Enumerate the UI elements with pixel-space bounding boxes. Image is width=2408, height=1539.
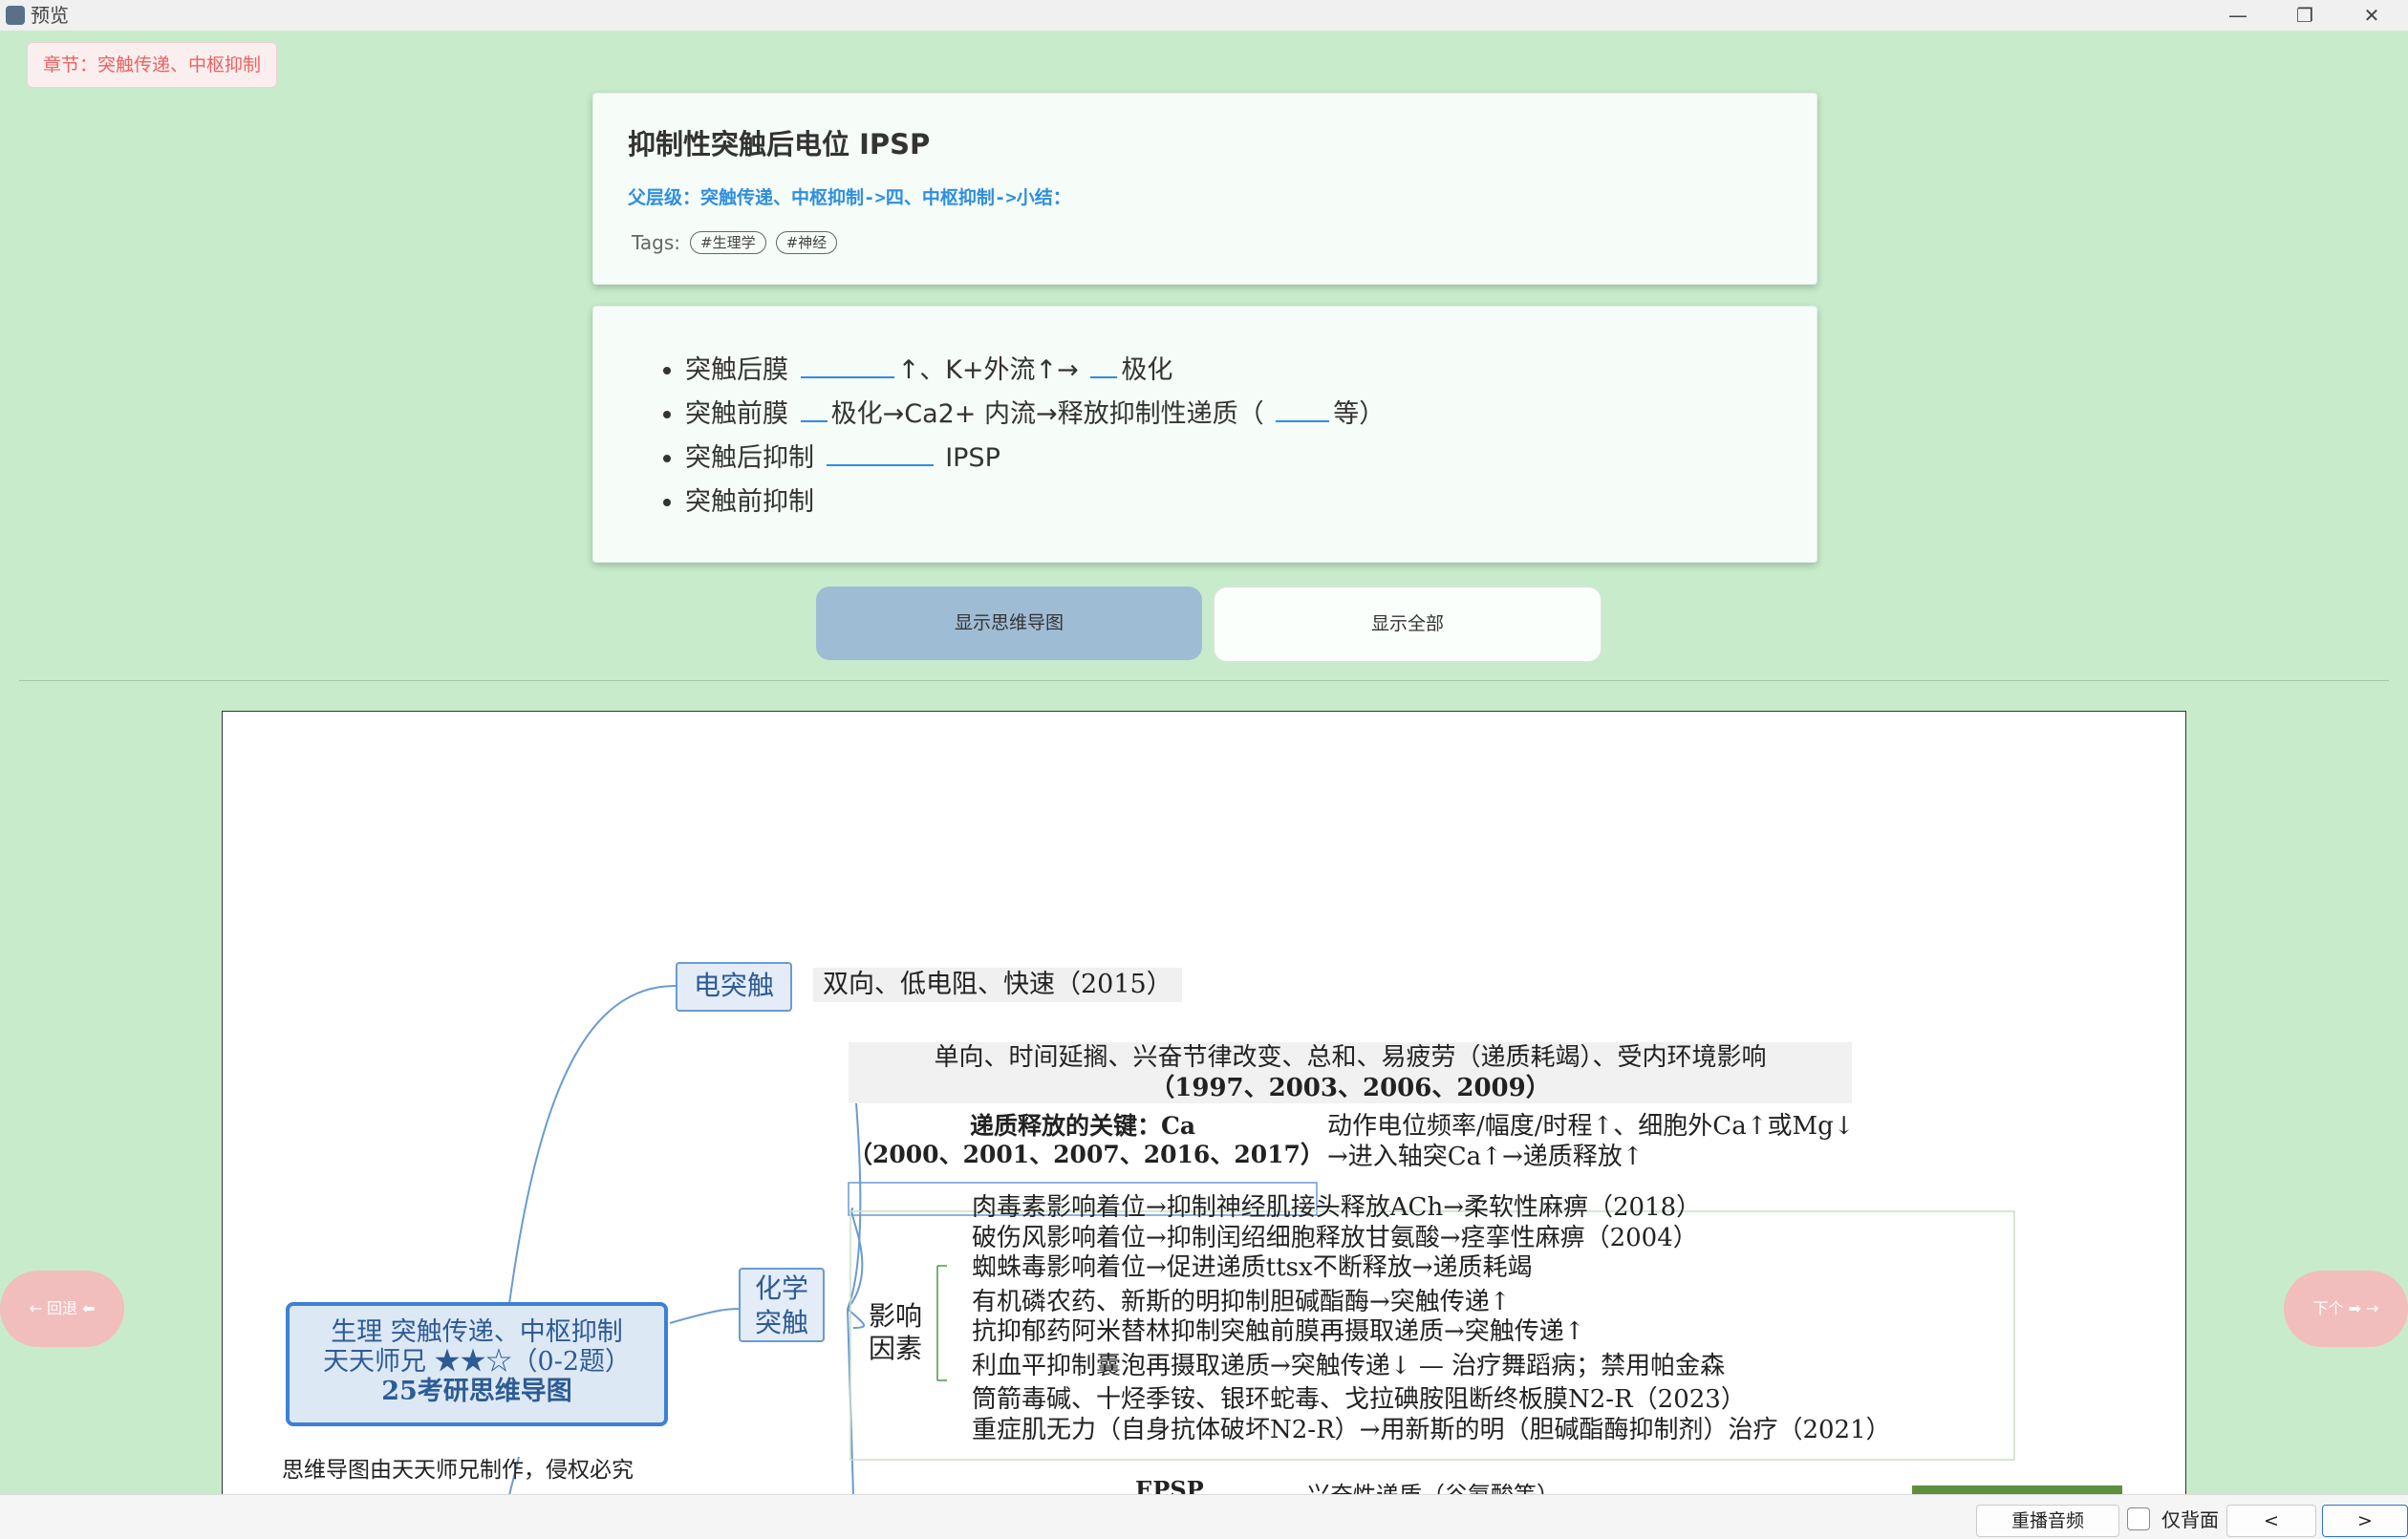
epsp-label: EPSP (1135, 1476, 1204, 1496)
close-button[interactable]: ✕ (2339, 0, 2404, 31)
item-text: 极化→Ca2+ 内流→释放抑制性递质（ (830, 399, 1264, 429)
content-list: 突触后膜 ↑、K+外流↑→ 极化 突触前膜 极化→Ca2+ 内流→释放抑制性递质… (593, 349, 1385, 524)
root-line: 生理 突触传递、中枢抑制 (331, 1317, 623, 1347)
show-mindmap-button[interactable]: 显示思维导图 (816, 587, 1202, 660)
cloze-blank[interactable] (1276, 397, 1330, 422)
back-only-checkbox[interactable] (2127, 1507, 2150, 1530)
ap-line: 动作电位频率/幅度/时程↑、细胞外Ca↑或Mg↓ (1327, 1112, 1855, 1141)
node-line: 化学 (754, 1272, 808, 1304)
card-title: 抑制性突触后电位 IPSP (628, 128, 931, 160)
node-chemical-synapse: 化学 突触 (739, 1268, 825, 1342)
item-text: IPSP (945, 443, 1000, 473)
tag[interactable]: #神经 (775, 231, 838, 254)
list-item: 突触前膜 极化→Ca2+ 内流→释放抑制性递质（ 等） (685, 393, 1385, 437)
card-content: 突触后膜 ↑、K+外流↑→ 极化 突触前膜 极化→Ca2+ 内流→释放抑制性递质… (592, 306, 1817, 563)
factor-item: 利血平抑制囊泡再摄取递质→突触传递↓ — 治疗舞蹈病；禁用帕金森 (972, 1351, 1726, 1380)
cloze-blank[interactable] (800, 397, 828, 422)
prev-button[interactable]: < (2226, 1505, 2316, 1537)
maximize-button[interactable]: ❐ (2272, 0, 2337, 31)
list-item: 突触后膜 ↑、K+外流↑→ 极化 (685, 349, 1385, 393)
factors-label-line: 因素 (869, 1333, 923, 1364)
calcium-key: 递质释放的关键：Ca （2000、2001、2007、2016、2017） (849, 1112, 1324, 1169)
item-text: 突触后抑制 (685, 443, 814, 473)
window-title: 预览 (31, 4, 69, 27)
copyright-note: 思维导图由天天师兄制作，侵权必究 (282, 1458, 634, 1483)
key-line: （2000、2001、2007、2016、2017） (849, 1141, 1324, 1168)
factors-list: 肉毒素影响着位→抑制神经肌接头释放ACh→柔软性麻痹（2018） 破伤风影响着位… (972, 1193, 1891, 1445)
item-text: ↑、K+外流↑→ (897, 355, 1079, 385)
item-text: 突触前膜 (685, 399, 788, 429)
item-text: 突触后膜 (685, 355, 788, 385)
prev-card-button[interactable]: ← 回退 ⬅ (0, 1271, 124, 1347)
action-potential-note: 动作电位频率/幅度/时程↑、细胞外Ca↑或Mg↓ →进入轴突Ca↑→递质释放↑ (1327, 1111, 1855, 1172)
key-line: 递质释放的关键：Ca (969, 1112, 1196, 1140)
node-electric-synapse: 电突触 (676, 962, 792, 1012)
parent-path: 父层级：突触传递、中枢抑制->四、中枢抑制->小结： (628, 187, 1071, 208)
app-icon (6, 6, 25, 25)
mindmap-image: 生理 突触传递、中枢抑制 天天师兄 ★★☆（0-2题） 25考研思维导图 思维导… (222, 711, 2186, 1496)
node-line: 突触 (754, 1307, 808, 1338)
replay-audio-button[interactable]: 重播音频 (1976, 1505, 2119, 1537)
card-header: 抑制性突触后电位 IPSP 父层级：突触传递、中枢抑制->四、中枢抑制->小结：… (592, 93, 1817, 285)
root-line: 25考研思维导图 (381, 1377, 572, 1406)
bottom-bar: 重播音频 仅背面 < > (0, 1494, 2408, 1539)
factor-item: 筒箭毒碱、十烃季铵、银环蛇毒、戈拉碘胺阻断终板膜N2-R（2023） (972, 1385, 1746, 1414)
item-text: 极化 (1121, 355, 1173, 385)
mindmap-root-node: 生理 突触传递、中枢抑制 天天师兄 ★★☆（0-2题） 25考研思维导图 (286, 1302, 668, 1426)
next-card-button[interactable]: 下个 ➡ → (2284, 1271, 2408, 1347)
tag[interactable]: #生理学 (690, 231, 766, 254)
show-all-button[interactable]: 显示全部 (1214, 587, 1602, 662)
minimize-button[interactable]: — (2205, 0, 2270, 31)
cloze-blank[interactable] (800, 353, 894, 378)
factor-item: 有机磷农药、新斯的明抑制胆碱酯酶→突触传递↑ (972, 1287, 1511, 1316)
chemical-features: 单向、时间延搁、兴奋节律改变、总和、易疲劳（递质耗竭）、受内环境影响 （1997… (849, 1042, 1852, 1103)
factor-item: 肉毒素影响着位→抑制神经肌接头释放ACh→柔软性麻痹（2018） (972, 1193, 1702, 1222)
feature-line: （1997、2003、2006、2009） (1150, 1074, 1551, 1102)
chapter-badge: 章节：突触传递、中枢抑制 (27, 42, 278, 88)
root-line: 天天师兄 ★★☆（0-2题） (322, 1347, 632, 1377)
factors-label-line: 影响 (869, 1300, 923, 1332)
cloze-blank[interactable] (826, 441, 934, 466)
list-item: 突触后抑制 IPSP (685, 437, 1385, 481)
item-text: 等） (1333, 399, 1386, 429)
item-text: 突触前抑制 (685, 487, 814, 517)
cloze-blank[interactable] (1090, 353, 1118, 378)
electric-detail: 双向、低电阻、快速（2015） (813, 968, 1182, 1002)
list-item: 突触前抑制 (685, 481, 1385, 524)
tags-row: Tags: #生理学 #神经 (632, 231, 838, 254)
epsp-detail: 兴奋性递质（谷氨酸等） (1307, 1482, 1559, 1496)
factors-label: 影响 因素 (869, 1300, 922, 1365)
ap-line: →进入轴突Ca↑→递质释放↑ (1327, 1143, 1644, 1171)
title-bar: 预览 — ❐ ✕ (0, 0, 2408, 31)
factor-item: 破伤风影响着位→抑制闰绍细胞释放甘氨酸→痉挛性麻痹（2004） (972, 1223, 1698, 1252)
feature-line: 单向、时间延搁、兴奋节律改变、总和、易疲劳（递质耗竭）、受内环境影响 (934, 1043, 1767, 1072)
divider (19, 680, 2389, 681)
tags-label: Tags: (632, 231, 681, 254)
factor-item: 蜘蛛毒影响着位→促进递质ttsx不断释放→递质耗竭 (972, 1253, 1533, 1282)
factor-item: 抗抑郁药阿米替林抑制突触前膜再摄取递质→突触传递↑ (972, 1317, 1585, 1346)
factor-item: 重症肌无力（自身抗体破坏N2-R）→用新斯的明（胆碱酯酶抑制剂）治疗（2021） (972, 1415, 1891, 1444)
next-button[interactable]: > (2322, 1505, 2408, 1537)
back-only-label: 仅背面 (2161, 1508, 2219, 1531)
